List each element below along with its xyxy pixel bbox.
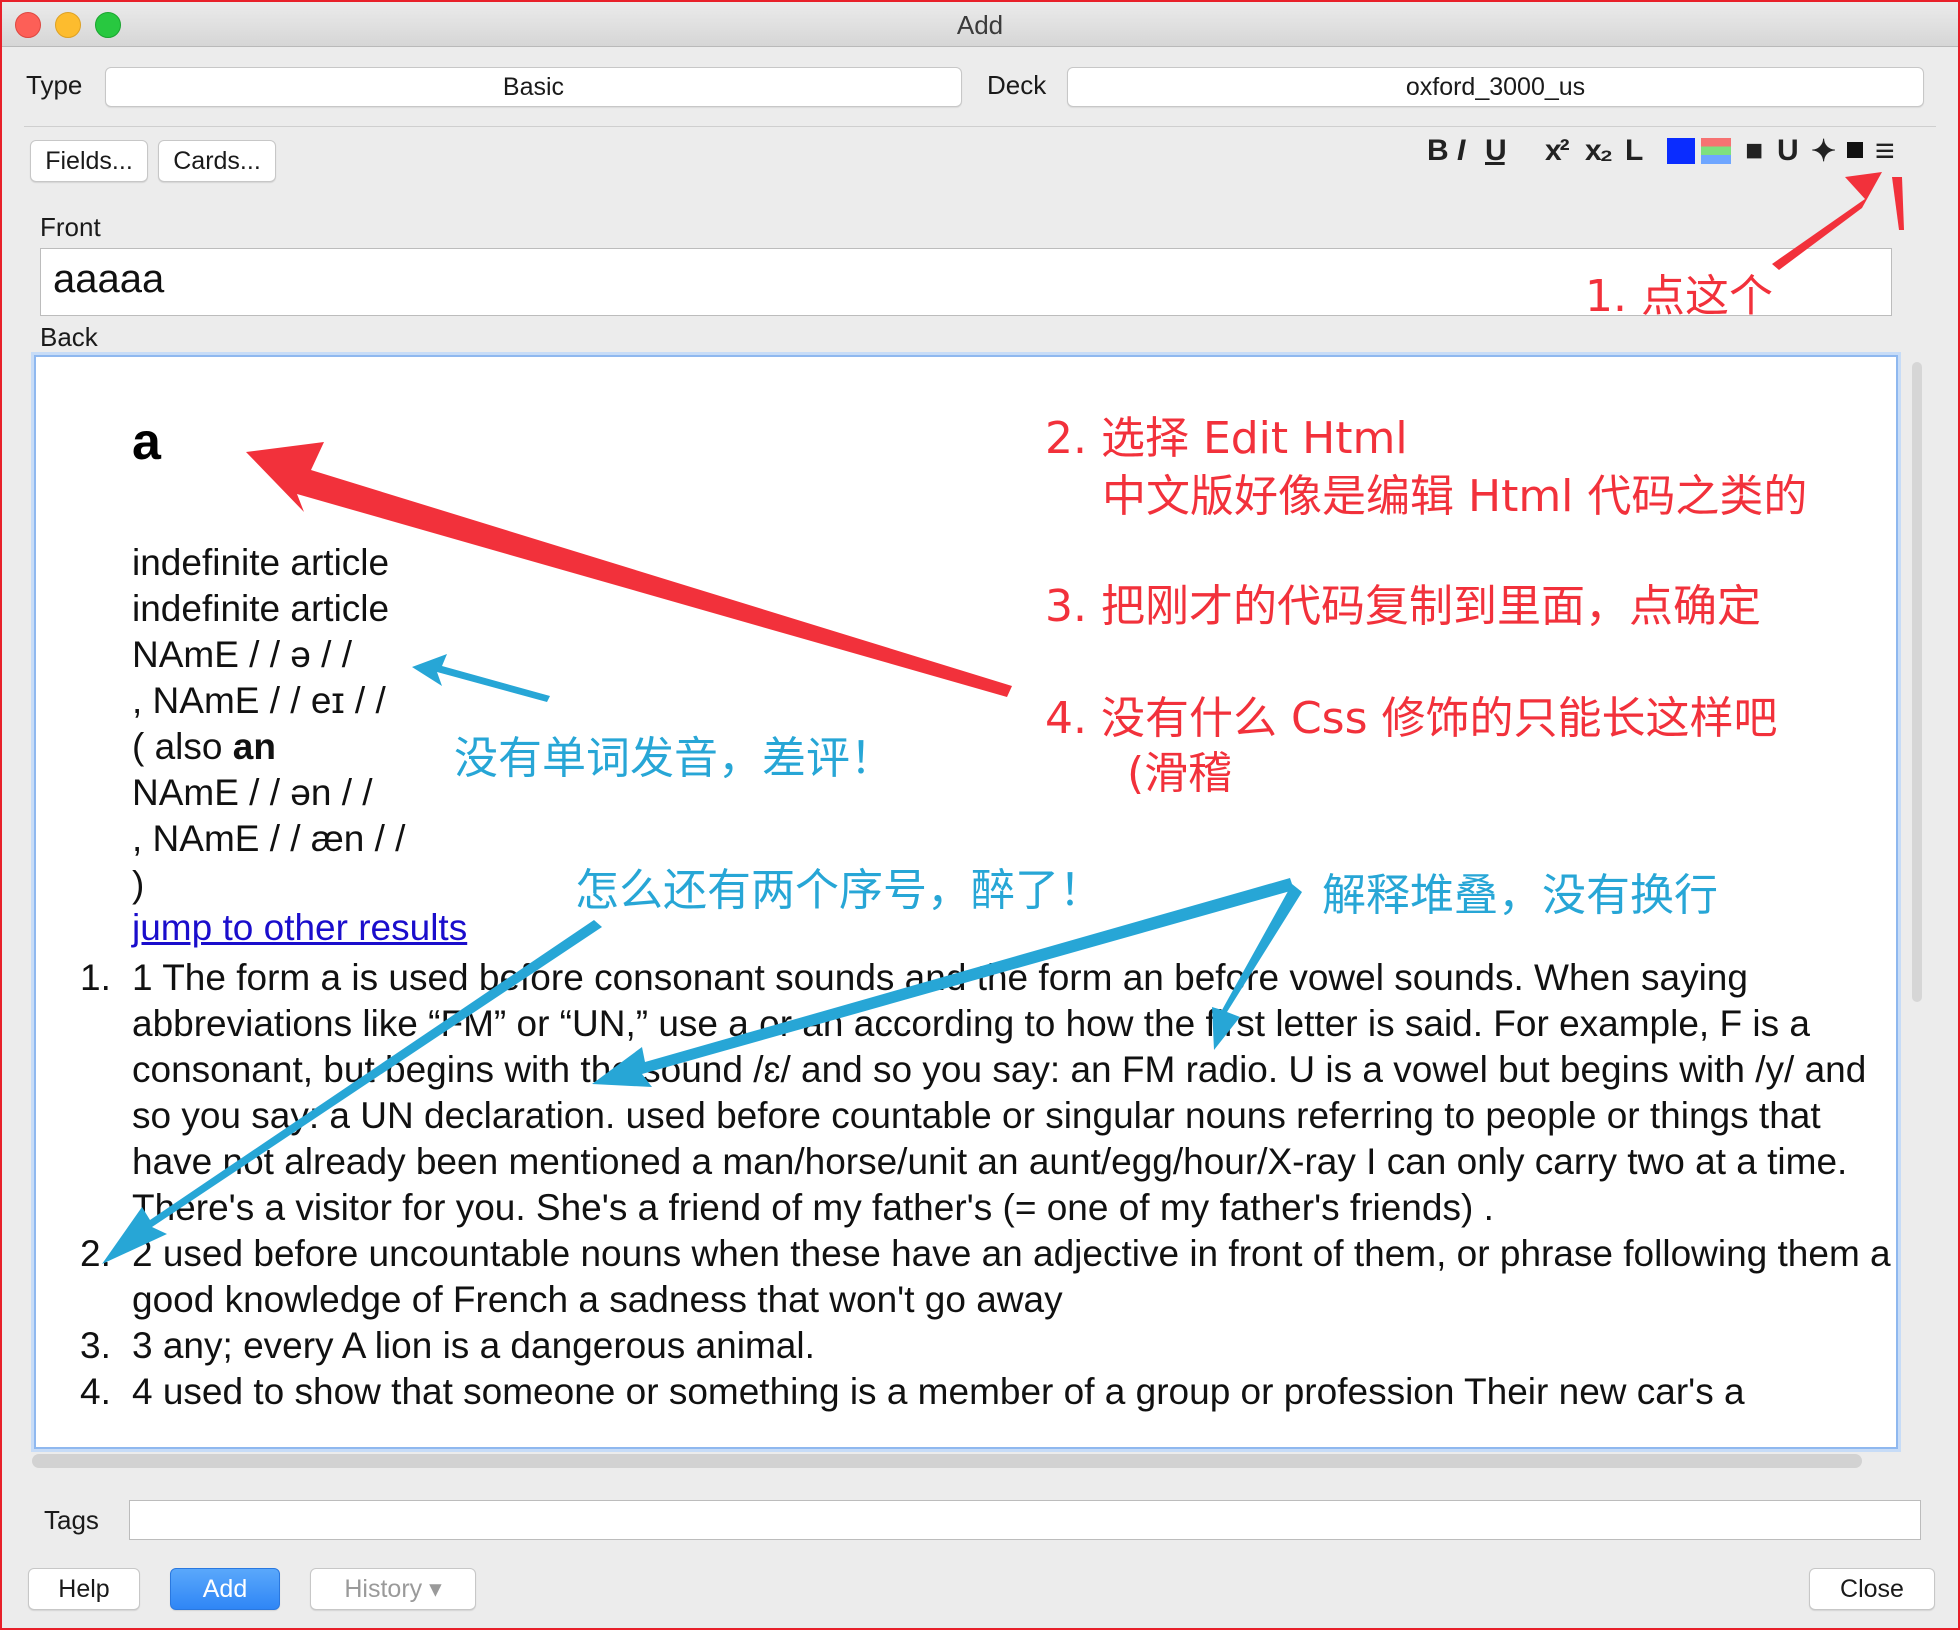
annotation-no-audio: 没有单词发音，差评！ — [454, 733, 894, 784]
annotation-step3: 3. 把刚才的代码复制到里面，点确定 — [1045, 581, 1761, 632]
annotation-step1: 1. 点这个 — [1585, 271, 1773, 322]
annotation-stacked: 解释堆叠，没有换行 — [1322, 870, 1718, 921]
arrow-blue-audio — [412, 654, 550, 702]
annotation-arrows — [102, 172, 1904, 1264]
annotation-step4b: (滑稽 — [1127, 748, 1233, 799]
annotation-step2: 2. 选择 Edit Html — [1045, 413, 1408, 464]
arrow-red-mark — [1892, 177, 1904, 230]
arrow-red-big — [246, 442, 1012, 697]
annotation-step2b: 中文版好像是编辑 Html 代码之类的 — [1102, 471, 1808, 522]
arrow-blue-numbers — [102, 920, 602, 1264]
arrow-red-step1 — [1772, 172, 1882, 270]
add-window: Add Type Basic Deck oxford_3000_us Field… — [0, 0, 1960, 1630]
annotation-two-numbers: 怎么还有两个序号，醉了！ — [575, 865, 1103, 916]
